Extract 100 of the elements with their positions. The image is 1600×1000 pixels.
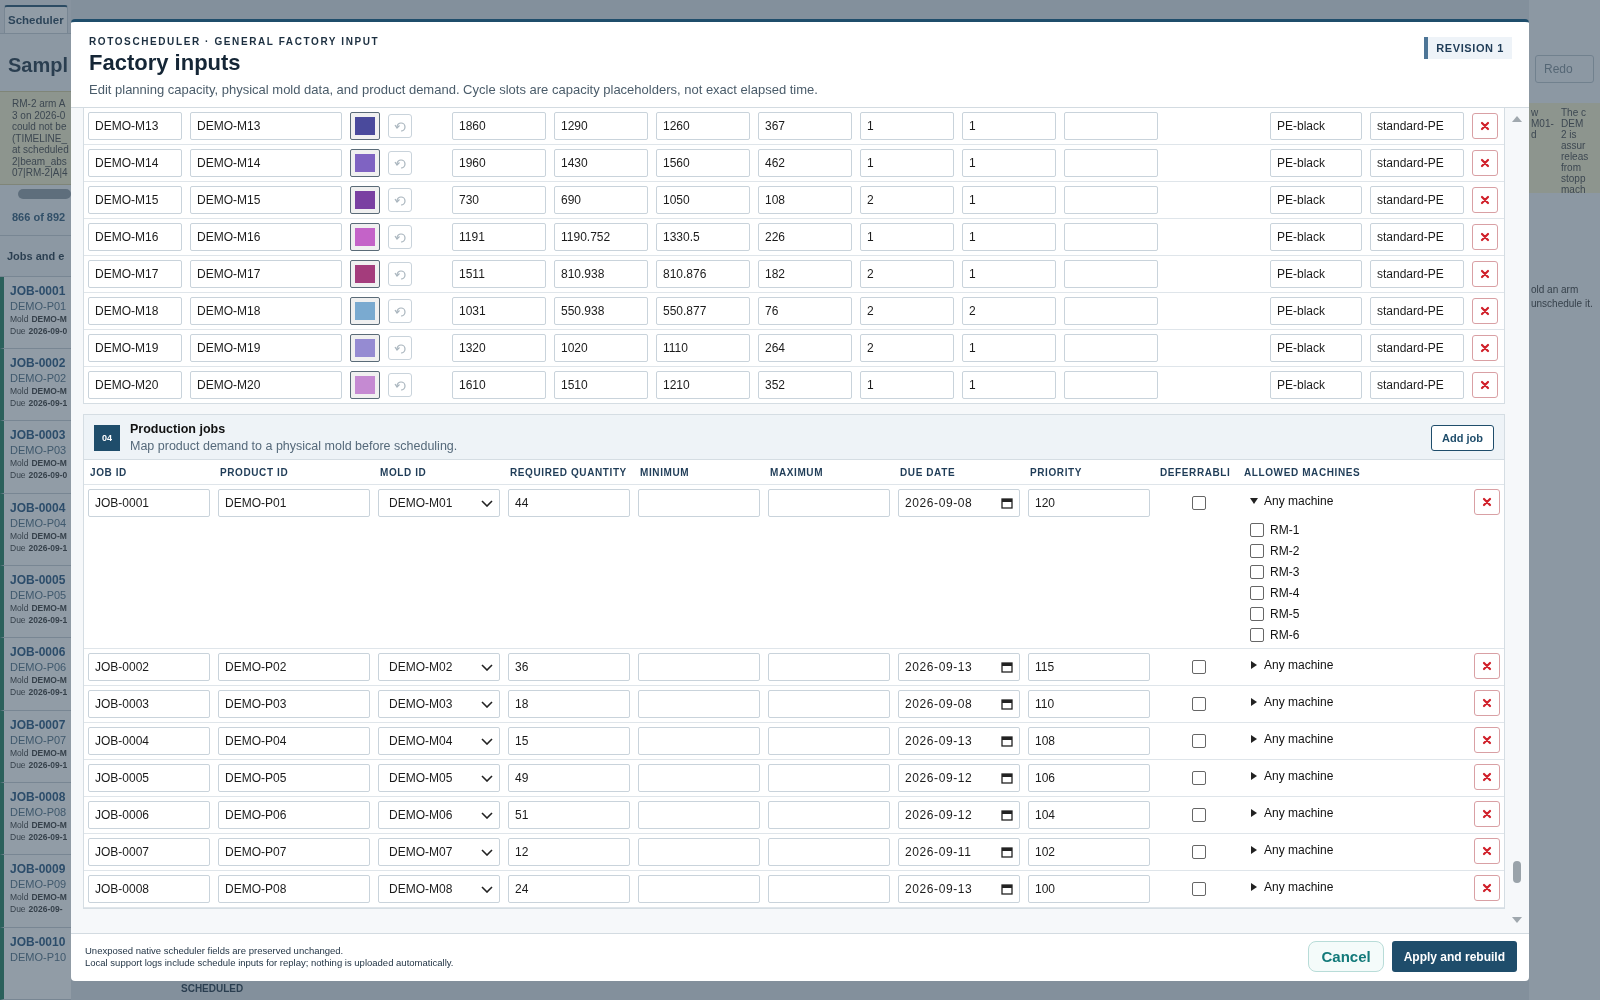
- job-card[interactable]: JOB-0002 DEMO-P02 Mold DEMO-M Due 2026-09-1: [0, 349, 71, 422]
- number-field[interactable]: [638, 727, 760, 755]
- number-field[interactable]: [768, 801, 890, 829]
- text-field[interactable]: DEMO-M19: [190, 334, 342, 362]
- number-field[interactable]: 18: [508, 690, 630, 718]
- text-field[interactable]: DEMO-M14: [88, 149, 182, 177]
- number-field[interactable]: [768, 764, 890, 792]
- number-field[interactable]: 1: [962, 260, 1056, 288]
- number-field[interactable]: 12: [508, 838, 630, 866]
- job-card[interactable]: JOB-0005 DEMO-P05 Mold DEMO-M Due 2026-09-1: [0, 566, 71, 639]
- mold-dropdown[interactable]: DEMO-M03: [378, 690, 500, 718]
- text-field[interactable]: DEMO-M19: [88, 334, 182, 362]
- checkbox[interactable]: [1192, 771, 1206, 785]
- text-field[interactable]: DEMO-M14: [190, 149, 342, 177]
- number-field[interactable]: 1860: [452, 112, 546, 140]
- text-field[interactable]: DEMO-P05: [218, 764, 370, 792]
- delete-button[interactable]: [1472, 261, 1498, 287]
- date-field[interactable]: 2026-09-08: [898, 489, 1020, 517]
- checkbox[interactable]: [1192, 660, 1206, 674]
- color-picker[interactable]: [350, 149, 380, 177]
- apply-button[interactable]: Apply and rebuild: [1391, 941, 1517, 972]
- number-field[interactable]: 182: [758, 260, 852, 288]
- checkbox[interactable]: [1192, 697, 1206, 711]
- number-field[interactable]: 1: [962, 112, 1056, 140]
- number-field[interactable]: [638, 801, 760, 829]
- mold-dropdown[interactable]: DEMO-M06: [378, 801, 500, 829]
- number-field[interactable]: 1290: [554, 112, 648, 140]
- number-field[interactable]: 102: [1028, 838, 1150, 866]
- horizontal-scrollbar[interactable]: [18, 189, 71, 199]
- cancel-button[interactable]: Cancel: [1308, 941, 1384, 972]
- text-field[interactable]: PE-black: [1270, 223, 1362, 251]
- text-field[interactable]: DEMO-P07: [218, 838, 370, 866]
- number-field[interactable]: 810.938: [554, 260, 648, 288]
- mold-dropdown[interactable]: DEMO-M08: [378, 875, 500, 903]
- mold-dropdown[interactable]: DEMO-M02: [378, 653, 500, 681]
- machines-toggle[interactable]: Any machine: [1250, 806, 1466, 820]
- checkbox[interactable]: [1250, 544, 1264, 558]
- number-field[interactable]: [638, 690, 760, 718]
- text-field[interactable]: standard-PE: [1370, 297, 1464, 325]
- text-field[interactable]: JOB-0004: [88, 727, 210, 755]
- number-field[interactable]: [768, 690, 890, 718]
- number-field[interactable]: 1: [860, 223, 954, 251]
- date-field[interactable]: 2026-09-13: [898, 653, 1020, 681]
- checkbox[interactable]: [1250, 523, 1264, 537]
- number-field[interactable]: 1020: [554, 334, 648, 362]
- number-field[interactable]: 1260: [656, 112, 750, 140]
- number-field[interactable]: 1: [860, 112, 954, 140]
- delete-button[interactable]: [1472, 187, 1498, 213]
- number-field[interactable]: 106: [1028, 764, 1150, 792]
- number-field[interactable]: 120: [1028, 489, 1150, 517]
- number-field[interactable]: 462: [758, 149, 852, 177]
- delete-button[interactable]: [1472, 298, 1498, 324]
- machines-toggle[interactable]: Any machine: [1250, 695, 1466, 709]
- text-field[interactable]: JOB-0006: [88, 801, 210, 829]
- delete-button[interactable]: [1472, 113, 1498, 139]
- number-field[interactable]: [638, 489, 760, 517]
- number-field[interactable]: 1191: [452, 223, 546, 251]
- text-field[interactable]: PE-black: [1270, 149, 1362, 177]
- machines-toggle[interactable]: Any machine: [1250, 880, 1466, 894]
- text-field[interactable]: PE-black: [1270, 334, 1362, 362]
- number-field[interactable]: 550.938: [554, 297, 648, 325]
- number-field[interactable]: 110: [1028, 690, 1150, 718]
- color-picker[interactable]: [350, 371, 380, 399]
- number-field[interactable]: 1610: [452, 371, 546, 399]
- text-field[interactable]: DEMO-M20: [88, 371, 182, 399]
- text-field[interactable]: DEMO-P04: [218, 727, 370, 755]
- number-field[interactable]: [638, 653, 760, 681]
- delete-button[interactable]: [1474, 801, 1500, 827]
- delete-button[interactable]: [1472, 372, 1498, 398]
- mold-dropdown[interactable]: DEMO-M04: [378, 727, 500, 755]
- number-field[interactable]: 1960: [452, 149, 546, 177]
- delete-button[interactable]: [1474, 489, 1500, 515]
- number-field[interactable]: 108: [758, 186, 852, 214]
- text-field[interactable]: DEMO-M15: [190, 186, 342, 214]
- number-field[interactable]: [768, 875, 890, 903]
- number-field[interactable]: 76: [758, 297, 852, 325]
- job-card[interactable]: JOB-0007 DEMO-P07 Mold DEMO-M Due 2026-09-1: [0, 710, 71, 783]
- job-card[interactable]: JOB-0008 DEMO-P08 Mold DEMO-M Due 2026-09-1: [0, 783, 71, 856]
- job-card[interactable]: JOB-0006 DEMO-P06 Mold DEMO-M Due 2026-09-1: [0, 638, 71, 711]
- text-field[interactable]: DEMO-M16: [190, 223, 342, 251]
- number-field[interactable]: 15: [508, 727, 630, 755]
- text-field[interactable]: JOB-0007: [88, 838, 210, 866]
- text-field[interactable]: DEMO-M13: [88, 112, 182, 140]
- text-field[interactable]: standard-PE: [1370, 371, 1464, 399]
- job-card[interactable]: JOB-0009 DEMO-P09 Mold DEMO-M Due 2026-09-: [0, 855, 71, 928]
- number-field[interactable]: 226: [758, 223, 852, 251]
- number-field[interactable]: 550.877: [656, 297, 750, 325]
- color-picker[interactable]: [350, 186, 380, 214]
- number-field[interactable]: 2: [860, 334, 954, 362]
- number-field[interactable]: 1510: [554, 371, 648, 399]
- text-field[interactable]: standard-PE: [1370, 112, 1464, 140]
- number-field[interactable]: 104: [1028, 801, 1150, 829]
- scroll-thumb[interactable]: [1513, 861, 1521, 884]
- text-field[interactable]: DEMO-P03: [218, 690, 370, 718]
- job-card[interactable]: JOB-0004 DEMO-P04 Mold DEMO-M Due 2026-09-1: [0, 493, 71, 567]
- text-field[interactable]: PE-black: [1270, 371, 1362, 399]
- date-field[interactable]: 2026-09-08: [898, 690, 1020, 718]
- number-field[interactable]: 2: [860, 260, 954, 288]
- text-field[interactable]: JOB-0008: [88, 875, 210, 903]
- number-field[interactable]: 108: [1028, 727, 1150, 755]
